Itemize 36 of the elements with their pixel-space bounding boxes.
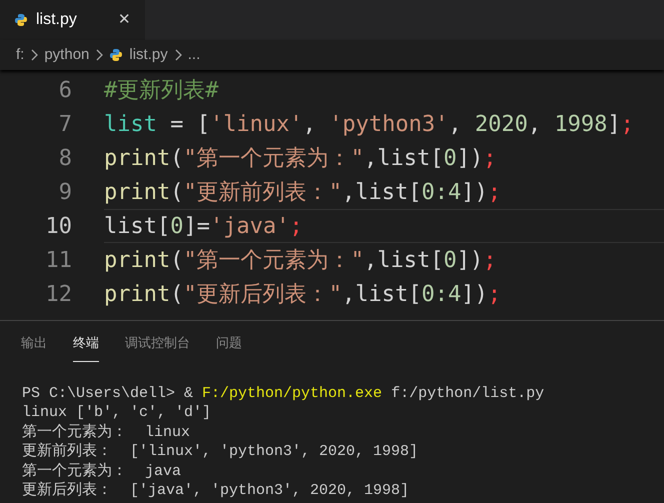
breadcrumb-item[interactable]: f:: [16, 44, 24, 66]
chevron-right-icon: [95, 49, 104, 61]
code-line: print("第一个元素为：",list[0]);: [104, 144, 498, 172]
line-number: 10: [44, 212, 72, 240]
breadcrumb-item[interactable]: list.py: [129, 44, 168, 66]
terminal-line: 更新后列表： ['java', 'python3', 2020, 1998]: [22, 481, 410, 502]
breadcrumb-item[interactable]: ...: [188, 44, 200, 66]
code-line: print("第一个元素为：",list[0]);: [104, 246, 498, 274]
terminal-line: 更新前列表： ['linux', 'python3', 2020, 1998]: [22, 442, 420, 462]
chevron-right-icon: [174, 49, 182, 61]
close-button[interactable]: ✕: [118, 8, 131, 32]
line-number: 7: [58, 110, 72, 138]
code-line: print("更新前列表：",list[0:4]);: [104, 178, 502, 206]
line-number: 9: [58, 178, 72, 206]
line-number: 6: [58, 76, 72, 104]
code-line: list = ['linux', 'python3', 2020, 1998];: [104, 110, 635, 138]
code-line: #更新列表#: [104, 76, 220, 104]
chevron-right-icon: [30, 49, 38, 61]
line-number: 12: [44, 280, 72, 308]
python-file-icon: [109, 48, 124, 62]
tab-title: list.py: [36, 10, 78, 30]
panel-tab[interactable]: 终端: [73, 333, 99, 362]
python-file-icon: [14, 13, 28, 27]
terminal-line: 第一个元素为： linux: [22, 422, 192, 442]
code-line: print("更新后列表：",list[0:4]);: [104, 280, 502, 308]
panel-tab[interactable]: 问题: [216, 333, 242, 362]
terminal-line: linux ['b', 'c', 'd']: [22, 403, 212, 423]
terminal-line: PS C:\Users\dell> & F:/python/python.exe f:/python/list.py: [22, 384, 546, 404]
breadcrumb-item[interactable]: python: [44, 44, 90, 66]
terminal-line: 第一个元素为： java: [22, 462, 182, 482]
panel-tab[interactable]: 输出: [21, 333, 47, 362]
code-line: list[0]='java';: [104, 209, 664, 243]
line-number: 8: [58, 144, 72, 172]
panel-tab[interactable]: 调试控制台: [125, 333, 190, 362]
editor-tab[interactable]: list.py ✕: [0, 0, 145, 40]
line-number: 11: [44, 246, 72, 274]
